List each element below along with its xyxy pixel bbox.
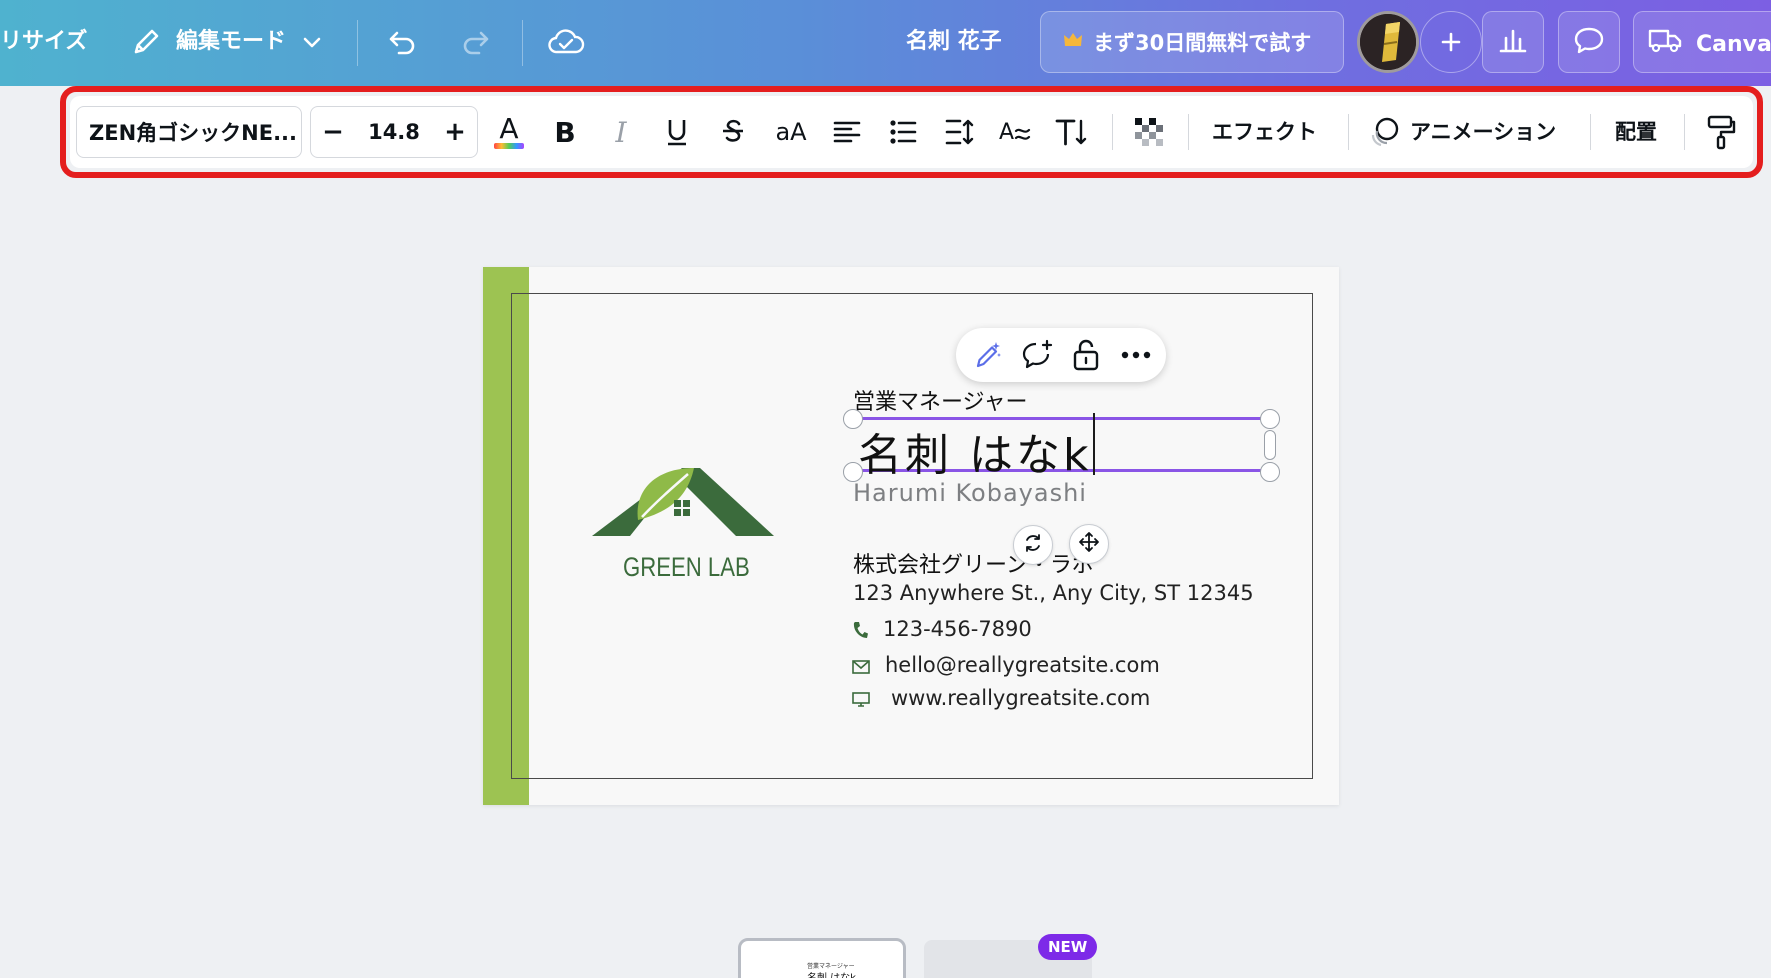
rotate-icon: [1022, 532, 1044, 558]
italic-icon[interactable]: I: [596, 107, 646, 157]
toolbar-divider: [1188, 114, 1189, 150]
toolbar-divider: [1112, 114, 1113, 150]
insights-button[interactable]: [1482, 11, 1544, 73]
website-text[interactable]: www.reallygreatsite.com: [891, 686, 1150, 710]
underline-icon[interactable]: [652, 107, 702, 157]
animation-button[interactable]: アニメーション: [1410, 116, 1556, 148]
lock-icon[interactable]: [1064, 333, 1108, 377]
transparency-icon[interactable]: [1124, 107, 1174, 157]
more-options-icon[interactable]: [1114, 333, 1158, 377]
pencil-icon: [126, 22, 166, 62]
document-title[interactable]: 名刺 花子: [906, 26, 1002, 58]
toolbar-divider: [1590, 114, 1591, 150]
free-trial-button[interactable]: まず30日間無料で試す: [1040, 11, 1344, 73]
cloud-saved-icon[interactable]: [546, 22, 586, 62]
align-left-icon[interactable]: [822, 107, 872, 157]
svg-text:B: B: [554, 116, 575, 148]
bar-chart-icon: [1498, 26, 1528, 58]
crown-icon: [1063, 31, 1083, 53]
vertical-text-icon[interactable]: [1046, 107, 1096, 157]
element-quick-menu: [956, 328, 1166, 382]
header-divider: [357, 20, 358, 66]
effects-button[interactable]: エフェクト: [1212, 116, 1317, 148]
logo-text[interactable]: GREEN LAB: [623, 552, 750, 583]
toolbar-divider: [1684, 114, 1685, 150]
phone-text[interactable]: 123-456-7890: [883, 617, 1032, 641]
letter-case-icon[interactable]: aA: [766, 107, 816, 157]
free-trial-label: まず30日間無料で試す: [1093, 31, 1312, 55]
move-icon: [1078, 531, 1100, 557]
comment-icon: [1573, 25, 1605, 59]
font-family-dropdown[interactable]: ZEN角ゴシックNE...: [76, 106, 302, 158]
bullet-list-icon[interactable]: [878, 107, 928, 157]
svg-text:A: A: [999, 120, 1014, 145]
strikethrough-icon[interactable]: [708, 107, 758, 157]
undo-icon[interactable]: [382, 22, 422, 62]
increase-font-size-button[interactable]: +: [433, 107, 477, 157]
add-comment-icon[interactable]: [1016, 333, 1060, 377]
email-text[interactable]: hello@reallygreatsite.com: [885, 653, 1160, 677]
share-label: Canvaで: [1696, 32, 1771, 57]
redo-icon[interactable]: [456, 22, 496, 62]
edit-mode-button[interactable]: 編集モード: [176, 26, 286, 58]
user-avatar[interactable]: [1357, 11, 1419, 73]
mail-icon: [852, 659, 870, 678]
svg-text:I: I: [614, 116, 627, 148]
job-title-text[interactable]: 営業マネージャー: [853, 384, 1027, 416]
thumb-name: 名刺 はなk: [807, 969, 856, 978]
resize-button[interactable]: リサイズ: [0, 26, 87, 58]
svg-text:A: A: [499, 112, 518, 145]
resize-handle-right[interactable]: [1264, 430, 1276, 460]
toolbar-divider: [1348, 114, 1349, 150]
address-text[interactable]: 123 Anywhere St., Any City, ST 12345: [853, 581, 1254, 605]
comments-button[interactable]: [1558, 11, 1620, 73]
font-size-control: − 14.8 +: [310, 106, 478, 158]
move-handle[interactable]: [1069, 524, 1109, 564]
decrease-font-size-button[interactable]: −: [311, 107, 355, 157]
green-lab-logo-icon[interactable]: [590, 462, 776, 542]
letter-case-label: aA: [775, 118, 807, 146]
font-size-input[interactable]: 14.8: [355, 107, 433, 157]
position-button[interactable]: 配置: [1615, 116, 1657, 148]
copy-style-icon[interactable]: [1696, 107, 1746, 157]
phone-icon: [852, 620, 868, 644]
page-thumbnail-1[interactable]: 営業マネージャー 名刺 はなk: [738, 938, 906, 978]
text-style-icon[interactable]: A: [990, 107, 1040, 157]
add-collaborator-button[interactable]: [1420, 11, 1482, 73]
header-divider: [522, 20, 523, 66]
text-cursor: [1093, 413, 1095, 475]
share-button[interactable]: Canvaで: [1633, 11, 1771, 73]
monitor-icon: [852, 692, 870, 712]
bold-icon[interactable]: B: [540, 107, 590, 157]
resize-handle-top-left[interactable]: [843, 409, 863, 429]
editor-header: リサイズ 編集モード 名刺 花子 まず30日間無料で試す Canva: [0, 0, 1771, 86]
line-spacing-icon[interactable]: [934, 107, 984, 157]
resize-handle-top-right[interactable]: [1260, 409, 1280, 429]
animation-icon: [1364, 107, 1404, 157]
truck-icon: [1648, 27, 1682, 57]
rotate-handle[interactable]: [1013, 525, 1053, 565]
text-color-icon[interactable]: A: [484, 107, 534, 157]
new-badge: NEW: [1038, 934, 1098, 960]
resize-handle-bottom-right[interactable]: [1260, 462, 1280, 482]
name-text-editing[interactable]: 名刺 はなk: [858, 419, 1091, 483]
romaji-name-text[interactable]: Harumi Kobayashi: [853, 479, 1087, 507]
chevron-down-icon[interactable]: [292, 22, 332, 62]
magic-edit-icon[interactable]: [966, 333, 1010, 377]
company-name-text[interactable]: 株式会社グリーン・ラボ: [853, 547, 1094, 579]
